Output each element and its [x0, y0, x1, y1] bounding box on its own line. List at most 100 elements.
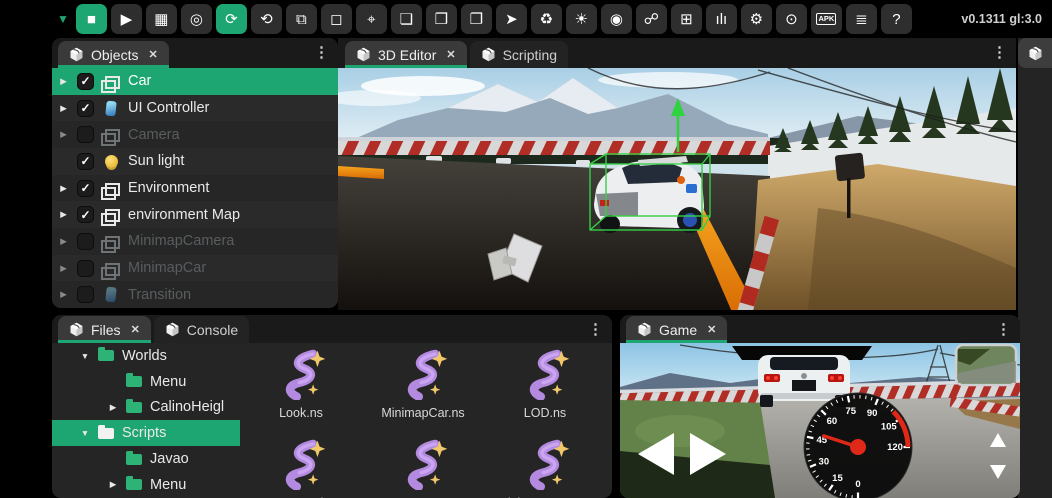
save-button[interactable]: ▦: [146, 4, 177, 34]
close-icon[interactable]: ✕: [446, 48, 455, 61]
expand-arrow-icon[interactable]: ▶: [58, 129, 69, 140]
objects-panel: Objects ✕ ⋮ ▶✓Car▶✓UI Controller▶Camera✓…: [52, 38, 338, 308]
visibility-checkbox[interactable]: [77, 260, 94, 277]
object-row-car[interactable]: ▶✓Car: [52, 68, 338, 95]
node-graph-button[interactable]: ☍: [636, 4, 667, 34]
stop-icon: ■: [87, 12, 96, 27]
folder-row-calinoheigl[interactable]: ▶CalinoHeigl: [52, 395, 240, 421]
apk-export-button[interactable]: APK: [811, 4, 842, 34]
move-tool-button[interactable]: ⟳: [216, 4, 247, 34]
database-sync-button[interactable]: ≣: [846, 4, 877, 34]
bring-forward-button[interactable]: ❏: [391, 4, 422, 34]
expand-arrow-icon[interactable]: ▶: [58, 209, 69, 220]
expand-arrow-icon[interactable]: ▶: [58, 103, 69, 114]
objects-menu-icon[interactable]: ⋮: [314, 43, 329, 61]
orbit-button[interactable]: ◉: [601, 4, 632, 34]
pivot-tool-button[interactable]: ⌖: [356, 4, 387, 34]
top-toolbar: ▼ ■ ▶▦◎⟳⟲⧉ ◻ ⌖❏❒❐➤♻☀◉☍⊞ılı⚙⊙APK≣? v0.1311 g…: [0, 0, 1052, 38]
object-label: Sun light: [128, 153, 184, 169]
pointer-tool-button[interactable]: ➤: [496, 4, 527, 34]
play-button[interactable]: ▶: [111, 4, 142, 34]
toolbar-dropdown-icon[interactable]: ▼: [57, 12, 69, 26]
expand-arrow-icon[interactable]: ▶: [58, 236, 69, 247]
object-row-minimapcar[interactable]: ▶MinimapCar: [52, 255, 338, 282]
panel-handle-button[interactable]: [1018, 38, 1052, 68]
expand-arrow-icon[interactable]: ▶: [58, 183, 69, 194]
visibility-checkbox[interactable]: ✓: [77, 73, 94, 90]
tab-scripting[interactable]: Scripting: [470, 41, 568, 68]
svg-text:60: 60: [827, 416, 838, 427]
object-row-sun-light[interactable]: ✓ Sun light: [52, 148, 338, 175]
scale-tool-button[interactable]: ⧉: [286, 4, 317, 34]
visibility-checkbox[interactable]: [77, 126, 94, 143]
expand-arrow-icon[interactable]: ▶: [58, 289, 69, 300]
bounds-tool-button[interactable]: ◻: [321, 4, 352, 34]
light-button[interactable]: ☀: [566, 4, 597, 34]
expand-arrow-icon[interactable]: ▶: [58, 263, 69, 274]
add-object-button[interactable]: ⊞: [671, 4, 702, 34]
expand-arrow-icon[interactable]: ▼: [80, 351, 90, 361]
svg-text:0: 0: [855, 479, 860, 490]
folder-tree: ▼WorldsMenu▶CalinoHeigl▼ScriptsJavao▶Men…: [52, 343, 240, 498]
object-icon: [105, 129, 120, 142]
expand-arrow-icon[interactable]: ▶: [58, 76, 69, 87]
file-item-setnamevalue-n[interactable]: SetNameValue.n: [240, 433, 362, 498]
script-file-icon: [397, 348, 449, 405]
game-view[interactable]: 0153045607590105120: [620, 343, 1020, 498]
expand-arrow-icon[interactable]: ▶: [108, 479, 118, 490]
project-settings-button[interactable]: ⊙: [776, 4, 807, 34]
expand-arrow-icon[interactable]: ▼: [80, 428, 90, 438]
close-icon[interactable]: ✕: [707, 323, 716, 336]
object-row-environment[interactable]: ▶✓Environment: [52, 175, 338, 202]
close-icon[interactable]: ✕: [131, 323, 140, 336]
file-item-minimapcar-ns[interactable]: MinimapCar.ns: [362, 343, 484, 433]
panel-cube-icon: [481, 47, 496, 62]
tab-console[interactable]: Console: [154, 316, 249, 343]
visibility-checkbox[interactable]: [77, 286, 94, 303]
object-icon: [102, 261, 120, 276]
file-item-minimapcamera-[interactable]: MinimapCamera.: [484, 433, 606, 498]
bounds-tool-icon: ◻: [330, 12, 342, 27]
stop-button[interactable]: ■: [76, 4, 107, 34]
car-3d[interactable]: [594, 156, 704, 233]
help-button[interactable]: ?: [881, 4, 912, 34]
object-icon: [102, 74, 120, 89]
object-row-minimapcamera[interactable]: ▶MinimapCamera: [52, 228, 338, 255]
visibility-checkbox[interactable]: ✓: [77, 180, 94, 197]
visibility-checkbox[interactable]: [77, 233, 94, 250]
folder-row-javao[interactable]: Javao: [52, 446, 240, 472]
version-label: v0.1311 gl:3.0: [961, 12, 1042, 26]
tab-game[interactable]: Game ✕: [626, 316, 727, 343]
folder-row-menu[interactable]: ▶Menu: [52, 472, 240, 498]
viewport-3d[interactable]: [338, 68, 1016, 310]
tab-files[interactable]: Files ✕: [58, 316, 151, 343]
folder-row-menu[interactable]: Menu: [52, 369, 240, 395]
object-row-transition[interactable]: ▶Transition: [52, 281, 338, 308]
object-row-ui-controller[interactable]: ▶✓UI Controller: [52, 95, 338, 122]
delete-button[interactable]: ♻: [531, 4, 562, 34]
file-item-lod-ns[interactable]: LOD.ns: [484, 343, 606, 433]
scene-preview-button[interactable]: ◎: [181, 4, 212, 34]
file-item-loda-ns[interactable]: LODA.ns: [362, 433, 484, 498]
expand-arrow-icon[interactable]: ▶: [108, 402, 118, 413]
folder-row-scripts[interactable]: ▼Scripts: [52, 420, 240, 446]
tab-objects[interactable]: Objects ✕: [58, 41, 169, 68]
visibility-checkbox[interactable]: ✓: [77, 100, 94, 117]
object-row-camera[interactable]: ▶Camera: [52, 121, 338, 148]
folder-row-worlds[interactable]: ▼Worlds: [52, 343, 240, 369]
folder-icon: [126, 454, 142, 465]
tab-3d-editor[interactable]: 3D Editor ✕: [345, 41, 467, 68]
file-item-look-ns[interactable]: Look.ns: [240, 343, 362, 433]
visibility-checkbox[interactable]: ✓: [77, 206, 94, 223]
lock-object-button[interactable]: ❒: [426, 4, 457, 34]
editor-menu-icon[interactable]: ⋮: [992, 43, 1007, 61]
rotate-tool-button[interactable]: ⟲: [251, 4, 282, 34]
close-icon[interactable]: ✕: [148, 48, 157, 61]
settings-button[interactable]: ⚙: [741, 4, 772, 34]
object-row-environment-map[interactable]: ▶✓environment Map: [52, 201, 338, 228]
files-menu-icon[interactable]: ⋮: [588, 320, 603, 338]
visibility-checkbox[interactable]: ✓: [77, 153, 94, 170]
statistics-button[interactable]: ılı: [706, 4, 737, 34]
duplicate-button[interactable]: ❐: [461, 4, 492, 34]
game-menu-icon[interactable]: ⋮: [996, 320, 1011, 338]
